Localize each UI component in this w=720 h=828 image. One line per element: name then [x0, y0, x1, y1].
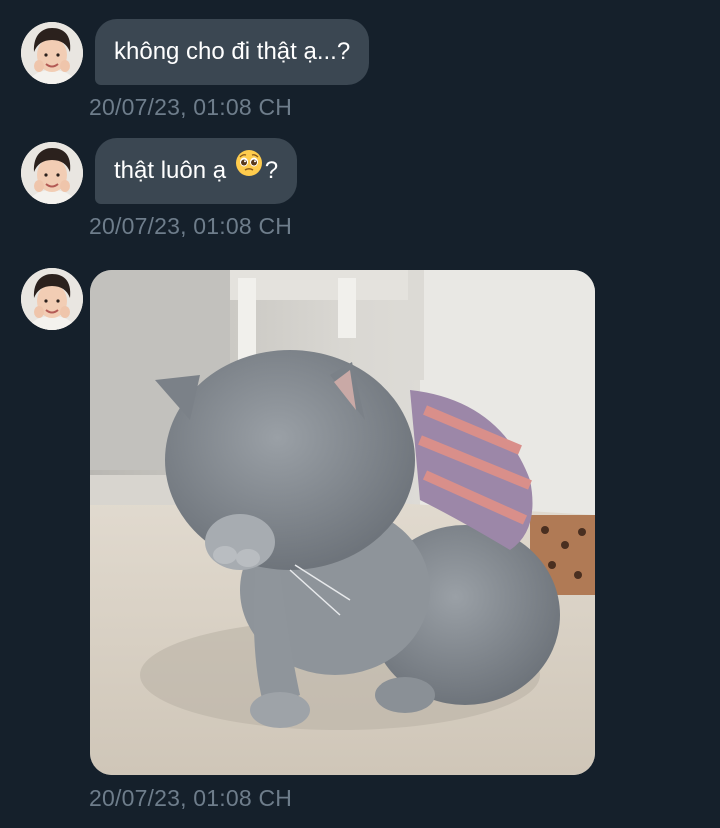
message-text: không cho đi thật ạ...? — [114, 38, 351, 65]
grey-cat-photo — [90, 270, 595, 775]
message-text-suffix: ? — [264, 157, 279, 184]
message-text: thật luôn ạ — [114, 157, 227, 184]
chat-thread: không cho đi thật ạ...? 20/07/23, 01:08 … — [0, 0, 720, 828]
message-image[interactable] — [90, 270, 595, 775]
avatar[interactable] — [21, 22, 83, 84]
avatar[interactable] — [21, 268, 83, 330]
pleading-face-emoji-icon — [235, 137, 263, 203]
avatar-image — [21, 22, 83, 84]
message-bubble[interactable]: thật luôn ạ ? — [95, 137, 298, 204]
message-bubble[interactable]: không cho đi thật ạ...? — [95, 19, 370, 85]
message-timestamp: 20/07/23, 01:08 CH — [89, 213, 293, 239]
message-timestamp: 20/07/23, 01:08 CH — [89, 785, 293, 811]
message-timestamp: 20/07/23, 01:08 CH — [89, 94, 293, 120]
avatar[interactable] — [21, 142, 83, 204]
avatar-image — [21, 268, 83, 330]
avatar-image — [21, 142, 83, 204]
